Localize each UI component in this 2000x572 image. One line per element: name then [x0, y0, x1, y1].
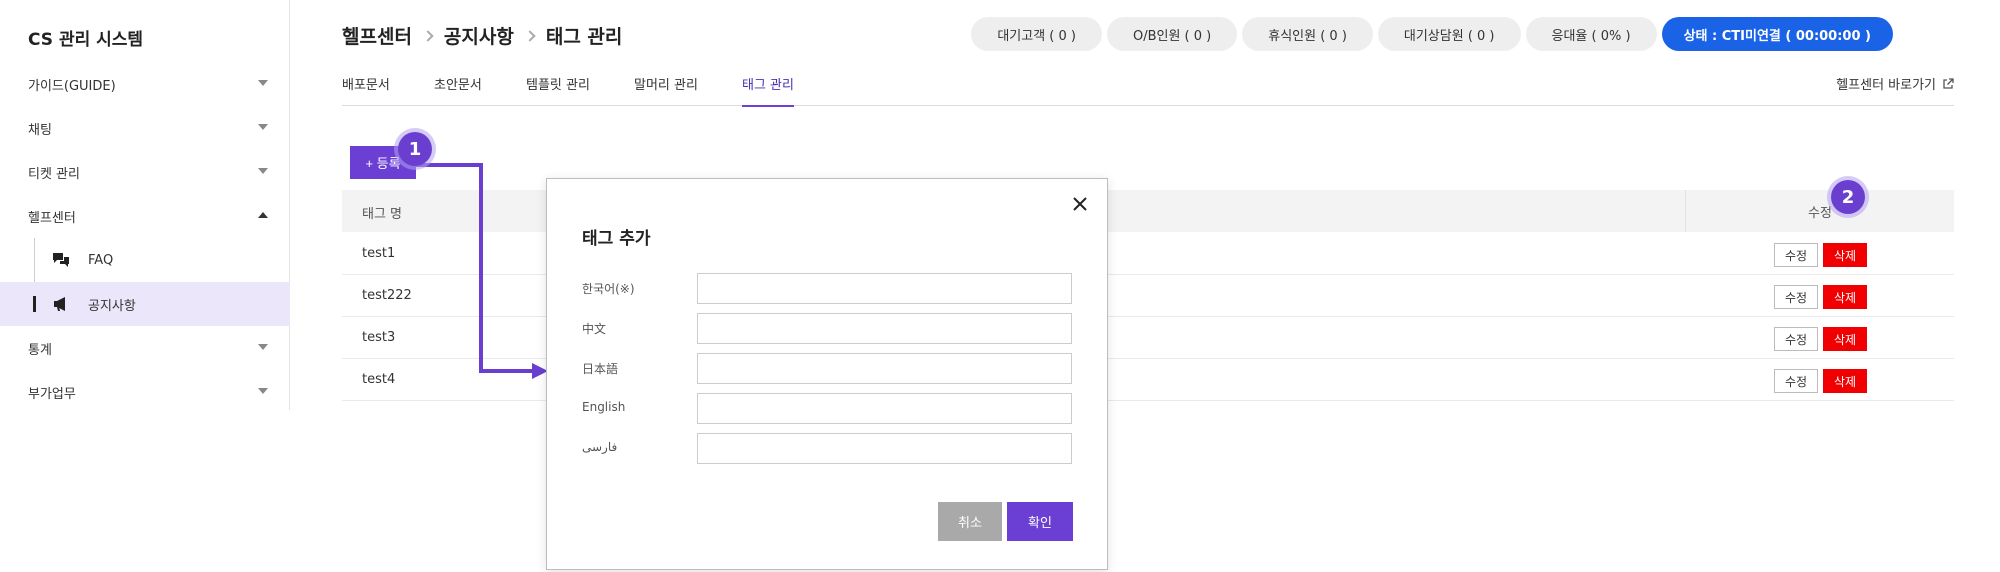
helpcenter-shortcut-label: 헬프센터 바로가기 — [1836, 78, 1936, 93]
sidebar-item-chat[interactable]: 채팅 — [0, 106, 290, 150]
chevron-down-icon — [258, 80, 268, 86]
japanese-input[interactable] — [697, 353, 1072, 384]
english-input[interactable] — [697, 393, 1072, 424]
tab-tag-manage[interactable]: 태그 관리 — [742, 74, 794, 107]
tag-name-cell: test1 — [362, 246, 396, 261]
breadcrumb-item[interactable]: 헬프센터 — [342, 22, 412, 49]
tab-bar: 배포문서 초안문서 템플릿 관리 말머리 관리 태그 관리 헬프센터 바로가기 — [342, 62, 1954, 107]
field-label-japanese: 日本語 — [582, 362, 619, 376]
cancel-button[interactable]: 취소 — [938, 502, 1002, 541]
sidebar-item-label: 통계 — [28, 342, 52, 358]
add-tag-modal: 태그 추가 한국어(※) 中文 日本語 English فارسی 취소 확인 — [546, 178, 1108, 570]
external-link-icon — [1943, 77, 1954, 89]
sidebar-item-label: 가이드(GUIDE) — [28, 78, 116, 94]
active-indicator — [33, 296, 36, 312]
chevron-up-icon — [258, 212, 268, 218]
tag-name-cell: test3 — [362, 330, 396, 345]
edit-button[interactable]: 수정 — [1774, 327, 1818, 351]
column-header-edit: 수정 — [1685, 190, 1954, 232]
sidebar-subitem-faq[interactable]: FAQ — [0, 238, 290, 282]
status-bar: 대기고객 ( 0 ) O/B인원 ( 0 ) 휴식인원 ( 0 ) 대기상담원 … — [971, 17, 1893, 51]
status-ob-agents: O/B인원 ( 0 ) — [1106, 17, 1238, 51]
tag-name-cell: test222 — [362, 288, 412, 303]
helpcenter-shortcut-link[interactable]: 헬프센터 바로가기 — [1836, 74, 1954, 93]
column-header-tag-name: 태그 명 — [362, 207, 403, 222]
tab-deployed-docs[interactable]: 배포문서 — [342, 74, 390, 105]
step-badge-2: 2 — [1831, 180, 1865, 214]
modal-title: 태그 추가 — [582, 229, 651, 249]
sidebar-item-stats[interactable]: 통계 — [0, 326, 290, 370]
chevron-down-icon — [258, 388, 268, 394]
confirm-button[interactable]: 확인 — [1007, 502, 1073, 541]
chevron-down-icon — [258, 344, 268, 350]
edit-button[interactable]: 수정 — [1774, 285, 1818, 309]
sidebar-subitem-label: 공지사항 — [88, 298, 136, 314]
status-waiting-customers: 대기고객 ( 0 ) — [971, 17, 1102, 51]
sidebar-item-label: 헬프센터 — [28, 210, 76, 226]
field-label-korean: 한국어(※) — [582, 282, 635, 296]
page-title: 태그 관리 — [545, 26, 623, 48]
tab-draft-docs[interactable]: 초안문서 — [434, 74, 482, 105]
step-badge-1: 1 — [398, 132, 432, 166]
delete-button[interactable]: 삭제 — [1823, 369, 1867, 393]
tab-template-manage[interactable]: 템플릿 관리 — [526, 74, 590, 105]
field-label-chinese: 中文 — [582, 322, 607, 336]
sidebar-subitem-notice[interactable]: 공지사항 — [0, 282, 290, 326]
status-response-rate: 응대율 ( 0% ) — [1525, 17, 1657, 51]
field-label-english: English — [582, 400, 626, 414]
brand-title: CS 관리 시스템 — [28, 30, 144, 50]
status-waiting-agents: 대기상담원 ( 0 ) — [1377, 17, 1521, 51]
korean-input[interactable] — [697, 273, 1072, 304]
sidebar-item-label: 부가업무 — [28, 386, 76, 402]
edit-button[interactable]: 수정 — [1774, 243, 1818, 267]
sidebar-item-extra[interactable]: 부가업무 — [0, 370, 290, 414]
chevron-right-icon — [524, 29, 536, 42]
sidebar-item-guide[interactable]: 가이드(GUIDE) — [0, 62, 290, 106]
sidebar: CS 관리 시스템 가이드(GUIDE) 채팅 티켓 관리 헬프센터 FAQ 공… — [0, 0, 290, 410]
megaphone-icon — [54, 297, 65, 311]
delete-button[interactable]: 삭제 — [1823, 327, 1867, 351]
chevron-down-icon — [258, 124, 268, 130]
chevron-right-icon — [422, 29, 434, 42]
tab-prefix-manage[interactable]: 말머리 관리 — [634, 74, 698, 105]
breadcrumb-item[interactable]: 공지사항 — [444, 22, 514, 49]
close-icon[interactable] — [1071, 195, 1089, 213]
sidebar-item-helpcenter[interactable]: 헬프센터 — [0, 194, 290, 238]
sidebar-item-ticket[interactable]: 티켓 관리 — [0, 150, 290, 194]
chinese-input[interactable] — [697, 313, 1072, 344]
tag-name-cell: test4 — [362, 372, 396, 387]
status-break-agents: 휴식인원 ( 0 ) — [1242, 17, 1373, 51]
persian-input[interactable] — [697, 433, 1072, 464]
cti-status-button[interactable]: 상태 : CTI미연결 ( 00:00:00 ) — [1661, 17, 1893, 51]
breadcrumb: 헬프센터 공지사항 태그 관리 — [342, 22, 622, 49]
delete-button[interactable]: 삭제 — [1823, 285, 1867, 309]
delete-button[interactable]: 삭제 — [1823, 243, 1867, 267]
field-label-persian: فارسی — [582, 440, 618, 454]
sidebar-subitem-label: FAQ — [88, 252, 114, 268]
edit-button[interactable]: 수정 — [1774, 369, 1818, 393]
chat-bubbles-icon — [53, 253, 69, 267]
chevron-down-icon — [258, 168, 268, 174]
sidebar-item-label: 채팅 — [28, 122, 52, 138]
sidebar-item-label: 티켓 관리 — [28, 166, 80, 182]
